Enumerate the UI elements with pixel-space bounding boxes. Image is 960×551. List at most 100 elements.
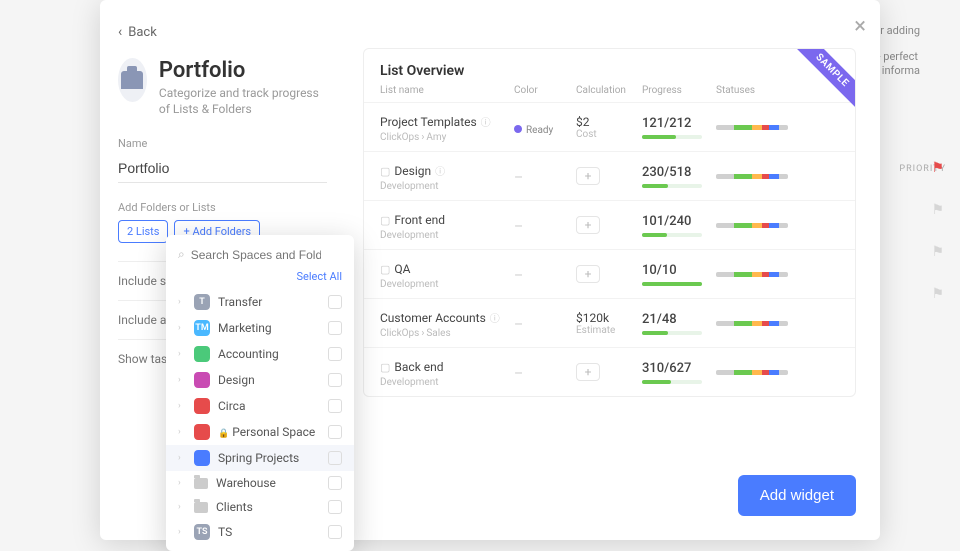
color-label: Ready: [526, 125, 553, 136]
dropdown-item[interactable]: ›Clients: [166, 495, 354, 519]
progress-bar: [642, 233, 702, 237]
dropdown-search-input[interactable]: [191, 248, 321, 262]
checkbox[interactable]: [328, 295, 342, 309]
space-avatar: T: [194, 294, 210, 310]
dropdown-item[interactable]: ›TMMarketing: [166, 315, 354, 341]
folder-icon: ▢: [380, 263, 390, 276]
list-name: Design: [394, 164, 431, 178]
folder-icon: ▢: [380, 214, 390, 227]
dropdown-item-label: Spring Projects: [218, 451, 299, 465]
table-row[interactable]: Project Templates ⓘClickOps›AmyReady$2Co…: [364, 102, 855, 151]
dropdown-item-label: Design: [218, 373, 255, 387]
dropdown-item-label: Personal Space: [218, 425, 315, 439]
dropdown-item[interactable]: ›TTransfer: [166, 289, 354, 315]
empty-dash: –: [514, 219, 523, 235]
space-avatar: [194, 346, 210, 362]
dropdown-item[interactable]: › Warehouse: [166, 471, 354, 495]
list-breadcrumb: Development: [380, 279, 510, 290]
list-name: Back end: [394, 360, 443, 374]
col-color: Color: [514, 85, 572, 96]
table-row[interactable]: ▢QADevelopment–+10/10: [364, 249, 855, 298]
progress-bar: [642, 380, 702, 384]
calc-label: Estimate: [576, 325, 638, 336]
checkbox[interactable]: [328, 321, 342, 335]
lists-count-pill[interactable]: 2 Lists: [118, 220, 168, 243]
checkbox[interactable]: [328, 373, 342, 387]
calc-label: Cost: [576, 129, 638, 140]
empty-dash: –: [514, 317, 523, 333]
info-icon: ⓘ: [435, 167, 445, 178]
dropdown-item[interactable]: › Accounting: [166, 341, 354, 367]
dropdown-item[interactable]: › Personal Space: [166, 419, 354, 445]
list-breadcrumb: ClickOps›Amy: [380, 132, 510, 143]
status-bar: [716, 370, 788, 375]
add-calc-button[interactable]: +: [576, 363, 600, 381]
table-row[interactable]: ▢Front endDevelopment–+101/240: [364, 200, 855, 249]
progress-bar: [642, 282, 702, 286]
priority-flags-column: ⚑ ⚑ ⚑ ⚑: [931, 160, 944, 302]
dropdown-item[interactable]: ›TSTS: [166, 519, 354, 545]
color-dot: [514, 125, 522, 133]
chevron-right-icon: ›: [178, 453, 186, 463]
checkbox[interactable]: [328, 399, 342, 413]
progress-bar: [642, 331, 702, 335]
table-row[interactable]: ▢Back endDevelopment–+310/627: [364, 347, 855, 396]
select-all-link[interactable]: Select All: [166, 270, 354, 289]
add-calc-button[interactable]: +: [576, 167, 600, 185]
search-icon: ⌕: [178, 247, 185, 262]
progress-value: 10/10: [642, 263, 712, 278]
folder-icon: [194, 478, 208, 489]
checkbox[interactable]: [328, 425, 342, 439]
add-folders-label: Add Folders or Lists: [118, 201, 327, 214]
space-avatar: [194, 450, 210, 466]
preview-title: List Overview: [364, 49, 855, 85]
dropdown-search-row: ⌕: [166, 243, 354, 270]
folder-icon: ▢: [380, 361, 390, 374]
dropdown-item-label: Circa: [218, 399, 246, 413]
chevron-right-icon: ›: [178, 427, 186, 437]
chevron-right-icon: ›: [178, 478, 186, 488]
status-bar: [716, 321, 788, 326]
checkbox[interactable]: [328, 476, 342, 490]
list-breadcrumb: ClickOps›Sales: [380, 328, 510, 339]
preview-pane: SAMPLE List Overview List name Color Cal…: [345, 0, 880, 540]
space-avatar: TM: [194, 320, 210, 336]
col-name: List name: [380, 85, 510, 96]
dropdown-item-label: Accounting: [218, 347, 279, 361]
chevron-right-icon: ›: [178, 527, 186, 537]
space-avatar: [194, 372, 210, 388]
dropdown-item-label: Marketing: [218, 321, 272, 335]
calc-value: $120k: [576, 311, 638, 325]
list-name: Customer Accounts: [380, 311, 486, 325]
back-button[interactable]: ‹ Back: [118, 24, 327, 40]
add-widget-button[interactable]: Add widget: [738, 475, 856, 516]
chevron-right-icon: ›: [178, 375, 186, 385]
chevron-left-icon: ‹: [118, 24, 122, 40]
col-status: Statuses: [716, 85, 839, 96]
checkbox[interactable]: [328, 451, 342, 465]
table-row[interactable]: ▢Design ⓘDevelopment–+230/518: [364, 151, 855, 200]
checkbox[interactable]: [328, 525, 342, 539]
dropdown-item-label: Warehouse: [216, 476, 276, 490]
dropdown-item[interactable]: ›Circa: [166, 393, 354, 419]
dropdown-item[interactable]: › Design: [166, 367, 354, 393]
chevron-right-icon: ›: [178, 349, 186, 359]
progress-bar: [642, 184, 702, 188]
progress-value: 310/627: [642, 361, 712, 376]
empty-dash: –: [514, 366, 523, 382]
add-calc-button[interactable]: +: [576, 216, 600, 234]
empty-dash: –: [514, 170, 523, 186]
folder-icon: ▢: [380, 165, 390, 178]
space-avatar: [194, 424, 210, 440]
checkbox[interactable]: [328, 500, 342, 514]
table-row[interactable]: Customer Accounts ⓘClickOps›Sales–$120kE…: [364, 298, 855, 347]
col-calc: Calculation: [576, 85, 638, 96]
dropdown-item[interactable]: › Spring Projects: [166, 445, 354, 471]
checkbox[interactable]: [328, 347, 342, 361]
page-title: Portfolio: [159, 58, 327, 83]
dropdown-item-label: TS: [218, 525, 232, 539]
chevron-right-icon: ›: [178, 297, 186, 307]
add-calc-button[interactable]: +: [576, 265, 600, 283]
folder-icon: [194, 502, 208, 513]
widget-name-input[interactable]: [118, 156, 327, 183]
